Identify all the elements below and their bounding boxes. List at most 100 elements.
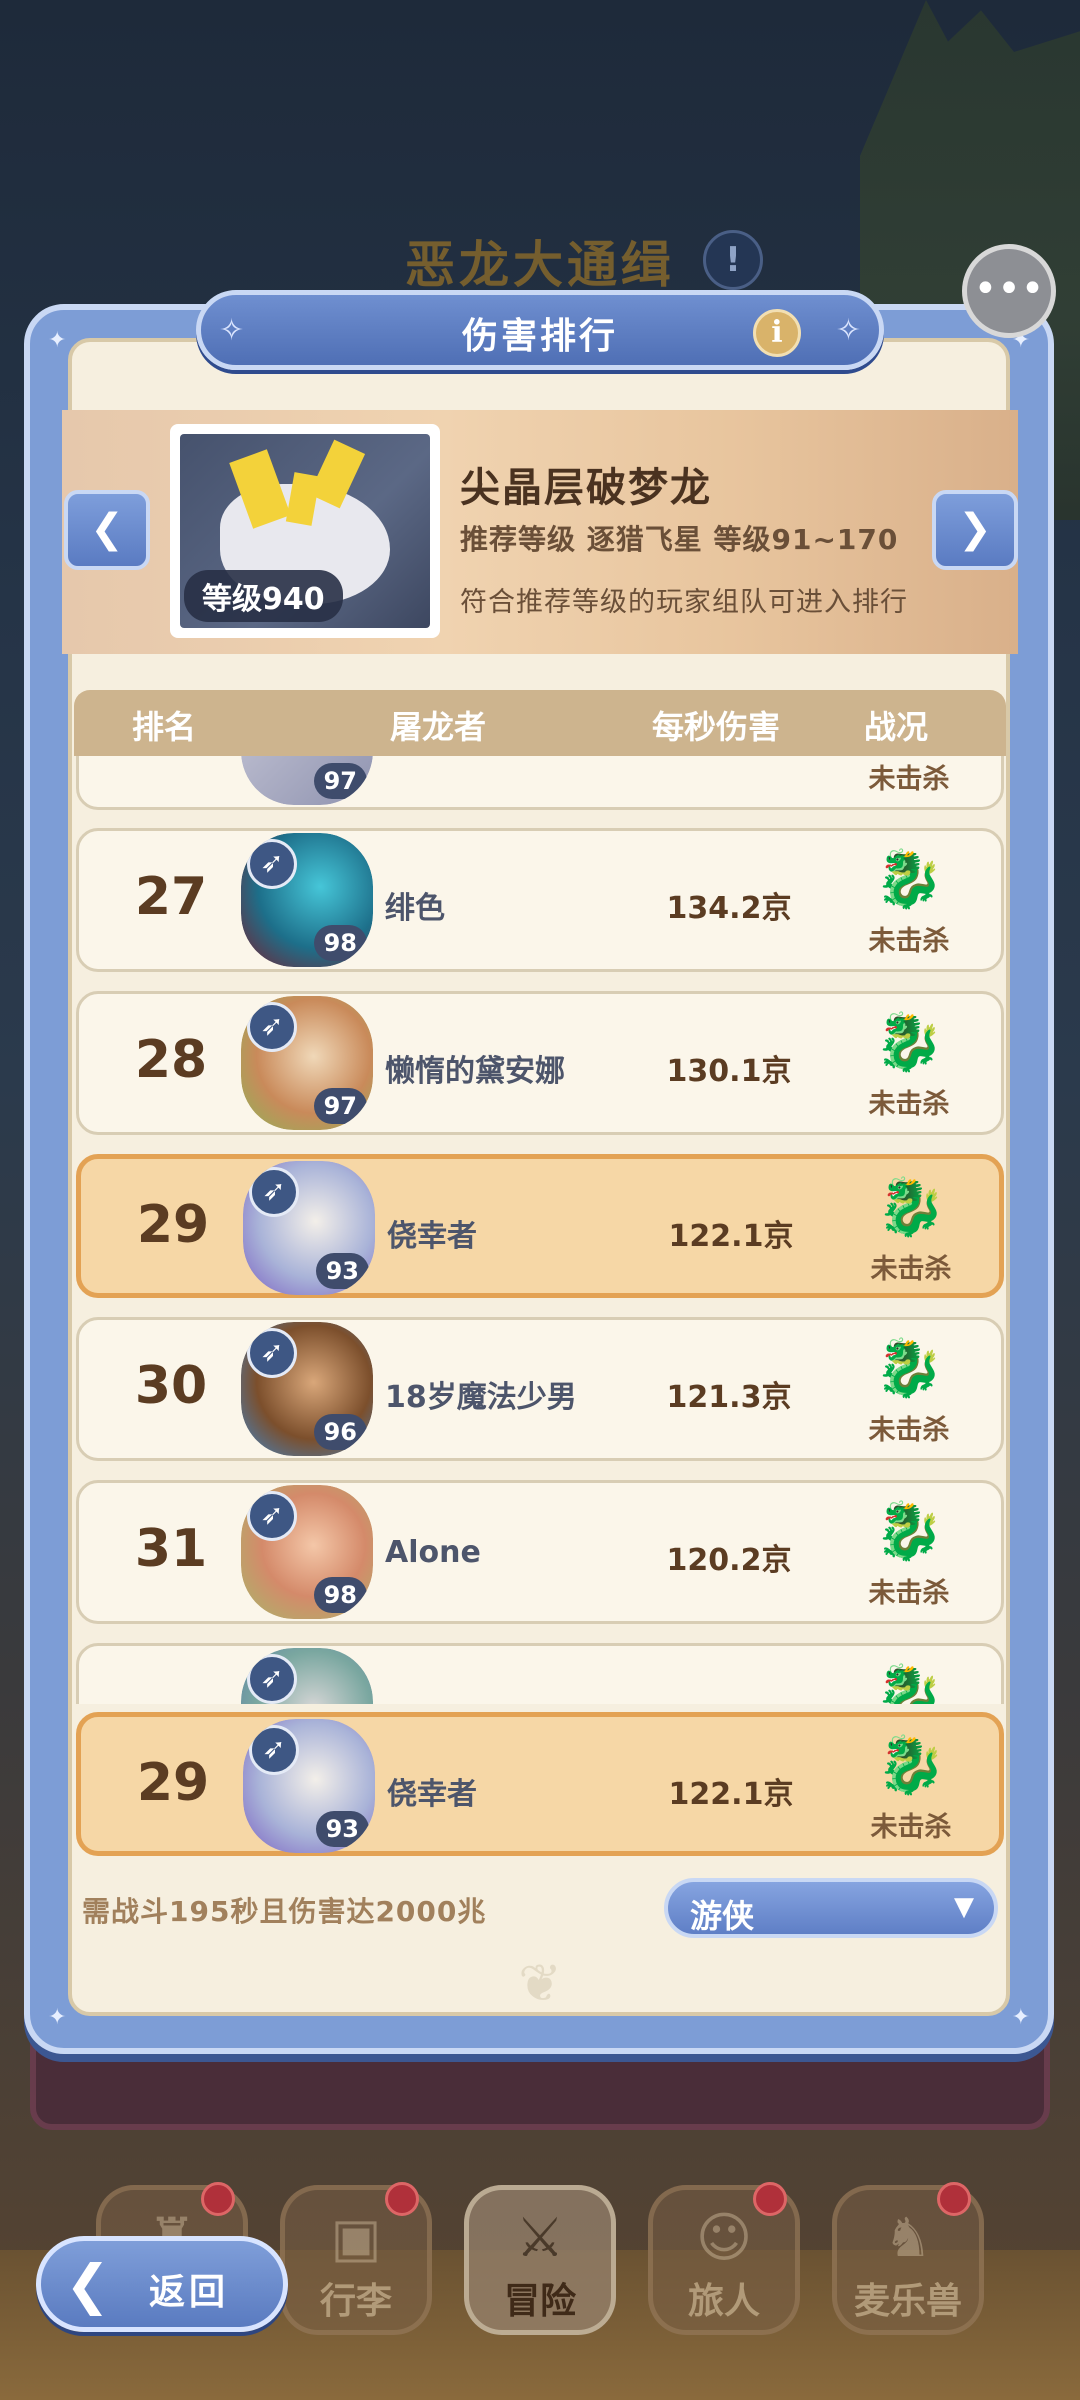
rank-number: 27 (134, 867, 208, 927)
chevron-right-icon: ❯ (958, 506, 992, 552)
ranger-class-icon: ➶ (247, 1002, 297, 1052)
nav-tab-adventure[interactable]: ⚔ 冒险 (464, 2185, 616, 2335)
rank-number: 28 (134, 1030, 208, 1090)
dragon-icon: 🐉 (874, 1662, 944, 1704)
boss-level-badge: 等级940 (184, 570, 343, 622)
player-name: 18岁魔法少男 (385, 1380, 577, 1415)
avatar: ➶ 97 (241, 996, 373, 1130)
chat-button[interactable]: ••• (962, 244, 1056, 338)
boss-name: 尖晶层破梦龙 (460, 465, 712, 511)
table-row[interactable]: 31 ➶ 98 Alone 120.2京 🐉 未击杀 (76, 1480, 1004, 1624)
ranking-list-header: 排名 屠龙者 每秒伤害 战况 (74, 690, 1006, 756)
player-level: 93 (315, 1253, 369, 1289)
nav-label: 冒险 (503, 2281, 576, 2322)
bottom-ornament-icon: ❦ (518, 1954, 562, 2014)
kill-status: 未击杀 (868, 1415, 950, 1446)
header-rank: 排名 (132, 708, 197, 746)
avatar: ➶ 98 (241, 833, 373, 967)
table-row[interactable]: 27 ➶ 98 绯色 134.2京 🐉 未击杀 (76, 828, 1004, 972)
exclamation-icon: ! (703, 230, 763, 290)
avatar: ➶ 93 (243, 1719, 375, 1853)
damage-value: 134.2京 (666, 891, 792, 926)
header-slayer: 屠龙者 (390, 708, 487, 746)
table-row[interactable]: ➶ 🐉 (76, 1643, 1004, 1704)
back-label: 返回 (149, 2272, 230, 2313)
back-button[interactable]: ❮ 返回 (36, 2236, 288, 2332)
rank-number: 31 (134, 1519, 208, 1579)
class-filter-dropdown[interactable]: 游侠 ▼ (664, 1878, 998, 1938)
ranger-class-icon: ➶ (247, 839, 297, 889)
requirement-text: 需战斗195秒且伤害达2000兆 (82, 1895, 487, 1928)
back-arrow-icon: ❮ (65, 2253, 111, 2316)
rank-number: 29 (136, 1753, 210, 1813)
table-row[interactable]: 28 ➶ 97 懒惰的黛安娜 130.1京 🐉 未击杀 (76, 991, 1004, 1135)
nav-label: 旅人 (687, 2281, 760, 2322)
boss-note: 符合推荐等级的玩家组队可进入排行 (460, 587, 908, 618)
dragon-icon: 🐉 (876, 1733, 946, 1798)
player-level: 98 (313, 925, 367, 961)
avatar: ➶ 93 (243, 1161, 375, 1295)
player-name: 绯色 (385, 891, 445, 926)
nav-tab-luggage[interactable]: ▣ 行李 (280, 2182, 432, 2335)
corner-ornament: ✦ (1011, 2005, 1030, 2030)
avatar: ➶ 98 (241, 1485, 373, 1619)
ranger-class-icon: ➶ (247, 1328, 297, 1378)
notification-dot (385, 2182, 419, 2216)
prev-boss-button[interactable]: ❮ (64, 490, 150, 570)
dragon-portrait-image: 等级940 (180, 434, 430, 628)
avatar: ➶ 96 (241, 1322, 373, 1456)
corner-ornament: ✦ (48, 2005, 67, 2030)
kill-status: 未击杀 (868, 764, 950, 795)
table-row[interactable]: 30 ➶ 96 18岁魔法少男 121.3京 🐉 未击杀 (76, 1317, 1004, 1461)
player-name: 懒惰的黛安娜 (385, 1054, 565, 1089)
damage-value: 130.1京 (666, 1054, 792, 1089)
table-row-current-player[interactable]: 29 ➶ 93 侥幸者 122.1京 🐉 未击杀 (76, 1154, 1004, 1298)
chevron-left-icon: ❮ (90, 506, 124, 552)
dragon-icon: 🐉 (874, 1336, 944, 1401)
table-row[interactable]: 97 未击杀 (76, 756, 1004, 810)
rank-number: 29 (136, 1195, 210, 1255)
luggage-icon: ▣ (330, 2206, 382, 2269)
dragon-icon: 🐉 (874, 1499, 944, 1564)
rank-number: 30 (134, 1356, 208, 1416)
dragon-icon: 🐉 (876, 1175, 946, 1240)
kill-status: 未击杀 (870, 1812, 952, 1843)
modal-header: ✧ 伤害排行 i ✧ (196, 290, 884, 370)
damage-value: 122.1京 (668, 1777, 794, 1812)
ranking-list[interactable]: 97 未击杀 27 ➶ 98 绯色 134.2京 🐉 未击杀 28 ➶ 97 懒… (74, 756, 1006, 1704)
header-ornament-icon: ✧ (835, 313, 861, 348)
damage-value: 121.3京 (666, 1380, 792, 1415)
dragon-icon: 🐉 (874, 847, 944, 912)
notification-dot (937, 2182, 971, 2216)
kill-status: 未击杀 (868, 926, 950, 957)
caret-down-icon: ▼ (954, 1892, 974, 1922)
nav-tab-pet[interactable]: ♞ 麦乐兽 (832, 2182, 984, 2335)
header-dps: 每秒伤害 (652, 708, 781, 746)
ranger-class-icon: ➶ (249, 1725, 299, 1775)
header-result: 战况 (864, 708, 929, 746)
kill-status: 未击杀 (868, 1089, 950, 1120)
ranger-class-icon: ➶ (249, 1167, 299, 1217)
traveler-icon: ☺ (695, 2206, 753, 2269)
class-filter-value: 游侠 (690, 1897, 755, 1935)
next-boss-button[interactable]: ❯ (932, 490, 1018, 570)
player-name: Alone (385, 1535, 481, 1570)
damage-value: 122.1京 (668, 1219, 794, 1254)
nav-label: 麦乐兽 (853, 2281, 962, 2322)
damage-value: 120.2京 (666, 1543, 792, 1578)
current-player-row[interactable]: 29 ➶ 93 侥幸者 122.1京 🐉 未击杀 (76, 1712, 1004, 1856)
player-level: 96 (313, 1414, 367, 1450)
boss-portrait: 等级940 (170, 424, 440, 638)
nav-tab-traveler[interactable]: ☺ 旅人 (648, 2182, 800, 2335)
player-name: 侥幸者 (387, 1219, 477, 1254)
ranger-class-icon: ➶ (247, 1491, 297, 1541)
info-icon[interactable]: i (753, 309, 801, 357)
ranger-class-icon: ➶ (247, 1654, 297, 1704)
nav-label: 行李 (319, 2281, 392, 2322)
boss-recommend: 推荐等级 逐猎飞星 等级91~170 (460, 523, 899, 556)
notification-dot (201, 2182, 235, 2216)
player-name: 侥幸者 (387, 1777, 477, 1812)
corner-ornament: ✦ (48, 328, 67, 353)
player-level: 97 (313, 1088, 367, 1124)
avatar: ➶ (241, 1648, 373, 1704)
